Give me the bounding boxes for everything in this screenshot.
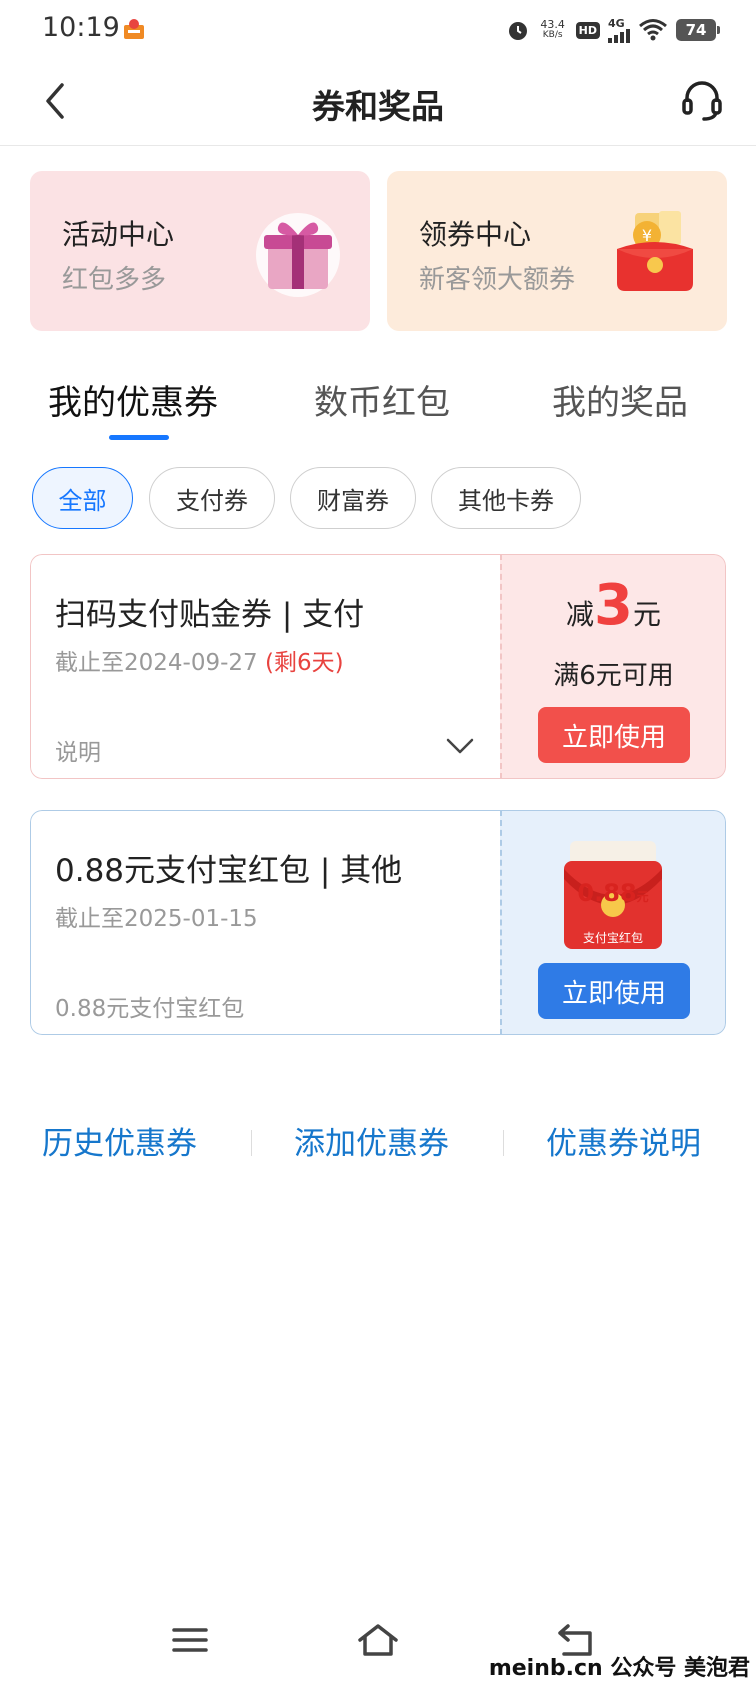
promo-card-activity-center[interactable]: 活动中心 红包多多: [30, 171, 370, 331]
gift-box-icon: [256, 213, 340, 297]
status-time: 10:19: [42, 12, 120, 43]
tab-digital-red-packets[interactable]: 数币红包: [314, 375, 450, 424]
promo-card-coupon-center[interactable]: 领券中心 新客领大额券 ¥: [387, 171, 727, 331]
promo-title: 活动中心: [62, 218, 175, 251]
status-icons: 43.4 KB/s HD 4G 74: [506, 14, 720, 46]
coupon-title: 0.88元支付宝红包 | 其他: [55, 853, 403, 889]
alipay-red-packet-icon: 0.88元 支付宝红包: [560, 839, 666, 951]
alarm-icon: [508, 22, 527, 40]
bottom-links: 历史优惠券 添加优惠券 优惠券说明: [0, 1118, 756, 1168]
tab-my-prizes[interactable]: 我的奖品: [552, 375, 688, 424]
promo-subtitle: 红包多多: [62, 265, 167, 295]
coupon-description-label[interactable]: 说明: [55, 733, 101, 767]
battery-icon: 74: [676, 19, 720, 41]
red-packet-label: 支付宝红包: [582, 931, 643, 945]
customer-service-button[interactable]: [676, 74, 728, 126]
coupon-value-panel: 0.88元 支付宝红包 立即使用: [500, 810, 726, 1035]
link-divider: [503, 1130, 504, 1156]
chevron-down-icon[interactable]: [444, 729, 476, 761]
coupon-card[interactable]: 0.88元支付宝红包 | 其他 截止至2025-01-15 0.88元支付宝红包…: [30, 810, 726, 1035]
history-coupons-link[interactable]: 历史优惠券: [42, 1118, 197, 1163]
use-now-button[interactable]: 立即使用: [538, 707, 690, 763]
tab-my-coupons[interactable]: 我的优惠券: [48, 375, 218, 424]
coupon-description: 0.88元支付宝红包: [55, 996, 245, 1022]
network-speed: 43.4 KB/s: [540, 18, 565, 40]
coupon-discount: 减3元: [566, 573, 661, 638]
coupon-condition: 满6元可用: [553, 661, 674, 691]
home-icon[interactable]: [356, 1620, 400, 1660]
coupon-remaining-days: (剩6天): [264, 650, 344, 676]
link-divider: [251, 1130, 252, 1156]
coupon-tabs: 我的优惠券 数币红包 我的奖品: [0, 375, 756, 445]
cellular-signal-icon: 4G: [608, 18, 630, 43]
coupon-info: 扫码支付贴金券 | 支付 截止至2024-09-27 (剩6天) 说明: [30, 554, 500, 779]
wifi-icon: [639, 19, 667, 41]
use-now-button[interactable]: 立即使用: [538, 963, 690, 1019]
add-coupon-link[interactable]: 添加优惠券: [294, 1118, 449, 1163]
chip-all[interactable]: 全部: [32, 467, 133, 529]
page-title: 券和奖品: [312, 87, 444, 126]
coupon-title: 扫码支付贴金券 | 支付: [55, 597, 365, 633]
chip-payment-coupons[interactable]: 支付券: [149, 467, 275, 529]
coupon-discount-amount: 3: [594, 573, 633, 638]
coupon-card[interactable]: 扫码支付贴金券 | 支付 截止至2024-09-27 (剩6天) 说明 减3元 …: [30, 554, 726, 779]
watermark: meinb.cn 公众号 美泡君: [488, 1656, 750, 1681]
coupon-rules-link[interactable]: 优惠券说明: [546, 1118, 701, 1163]
coupon-expiry: 截止至2024-09-27 (剩6天): [55, 650, 344, 676]
headset-icon: [682, 81, 722, 121]
tab-active-indicator: [109, 435, 169, 440]
coupon-value-panel: 减3元 满6元可用 立即使用: [500, 554, 726, 779]
promo-title: 领券中心: [419, 218, 532, 251]
promo-subtitle: 新客领大额券: [419, 265, 576, 295]
red-envelope-icon: ¥: [617, 211, 693, 291]
hd-badge: HD: [575, 21, 600, 39]
chip-wealth-coupons[interactable]: 财富券: [290, 467, 416, 529]
carrier-badge-icon: [124, 19, 144, 39]
status-bar: 10:19 43.4 KB/s HD 4G 74: [0, 0, 756, 60]
nav-bar: 券和奖品: [0, 60, 756, 146]
menu-icon[interactable]: [168, 1620, 212, 1660]
red-packet-amount: 0.88元: [577, 879, 649, 907]
coupon-expiry: 截止至2025-01-15: [55, 906, 258, 932]
coupon-info: 0.88元支付宝红包 | 其他 截止至2025-01-15 0.88元支付宝红包: [30, 810, 500, 1035]
chip-other-cards[interactable]: 其他卡券: [431, 467, 581, 529]
